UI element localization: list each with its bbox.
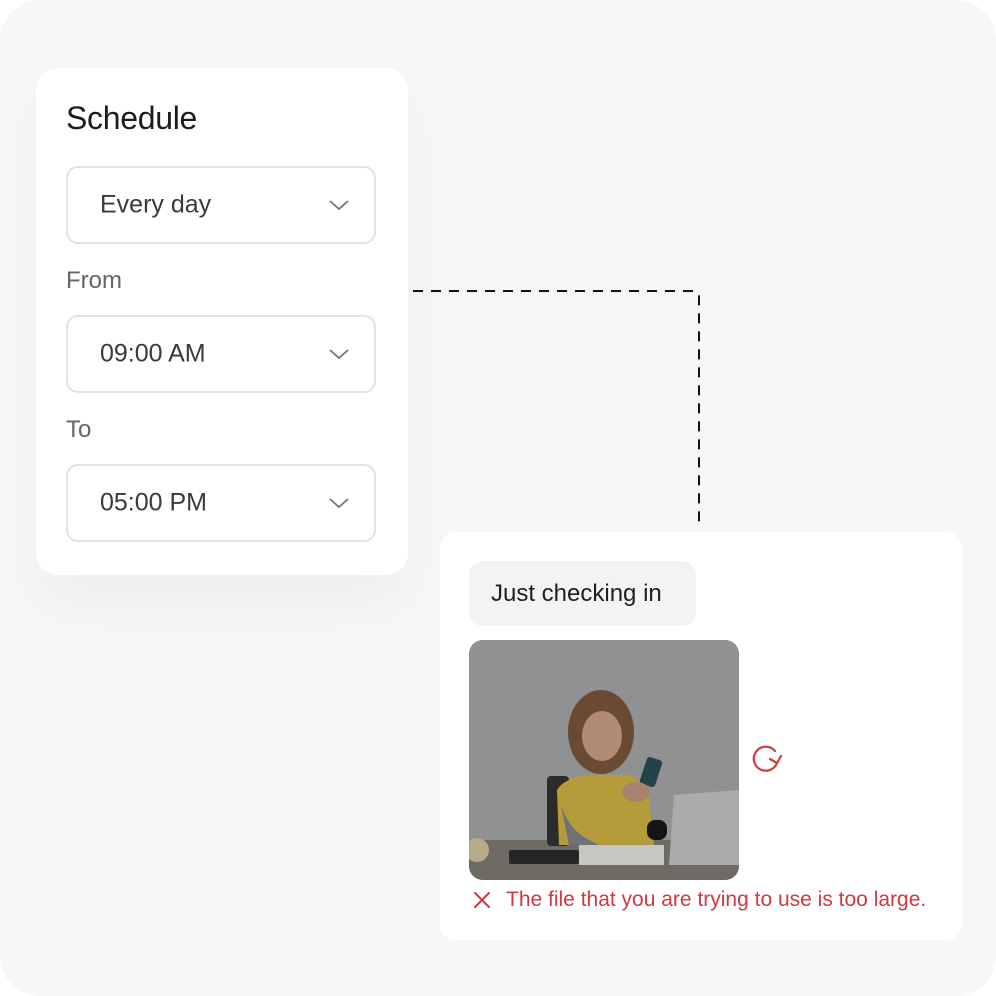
to-label: To: [66, 416, 92, 443]
error-message: The file that you are trying to use is t…: [472, 885, 926, 915]
from-time-dropdown[interactable]: 09:00 AM: [66, 315, 376, 393]
message-text: Just checking in: [491, 579, 662, 607]
from-time-value: 09:00 AM: [100, 339, 206, 368]
schedule-title: Schedule: [66, 100, 198, 136]
chevron-down-icon: [329, 498, 349, 509]
message-bubble: Just checking in: [469, 561, 696, 626]
chevron-down-icon: [329, 349, 349, 360]
frequency-value: Every day: [100, 190, 212, 219]
chat-card: Just checking in The file that you are t: [440, 532, 962, 940]
from-label: From: [66, 267, 122, 294]
attachment-image[interactable]: [469, 640, 739, 880]
frequency-dropdown[interactable]: Every day: [66, 166, 376, 244]
close-icon: [474, 892, 490, 908]
retry-icon[interactable]: [746, 739, 786, 779]
chevron-down-icon: [329, 200, 349, 211]
to-time-dropdown[interactable]: 05:00 PM: [66, 464, 376, 542]
photo-illustration: [469, 640, 739, 880]
schedule-card: Schedule Every day From 09:00 AM To 05:0…: [36, 68, 408, 575]
error-text: The file that you are trying to use is t…: [506, 888, 927, 911]
to-time-value: 05:00 PM: [100, 488, 208, 517]
